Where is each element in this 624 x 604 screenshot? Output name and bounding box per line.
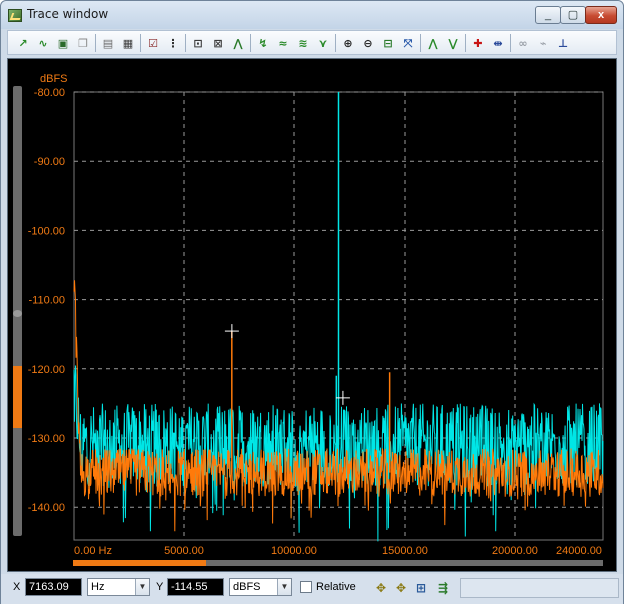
vertical-scrollbar[interactable] (13, 86, 22, 536)
y-tick-label: -110.00 (29, 295, 66, 307)
vertical-scroll-thumb[interactable] (13, 366, 22, 428)
x-tick-label: 5000.00 (164, 545, 204, 557)
x-tick-label: 20000.00 (492, 545, 538, 557)
x-tick-label: 0.00 Hz (74, 545, 112, 557)
y-tick-label: -130.00 (28, 433, 65, 445)
y-tick-label: -80.00 (34, 87, 65, 99)
x-label: X (13, 581, 21, 593)
relative-label: Relative (316, 581, 356, 593)
y-value-field[interactable]: -114.55 (167, 578, 224, 596)
x-unit-value: Hz (91, 581, 105, 593)
y-tick-label: -140.00 (28, 502, 65, 514)
x-unit-select[interactable]: Hz ▼ (87, 578, 150, 596)
y-unit-value: dBFS (233, 581, 261, 593)
cursor-add-icon[interactable]: ✥ (372, 579, 390, 597)
spectrum-chart[interactable]: -80.00 -90.00 -100.00 -110.00 -120.00 -130.00… (1, 1, 624, 573)
vertical-scroll-knob[interactable] (13, 310, 22, 317)
y-unit-select[interactable]: dBFS ▼ (229, 578, 292, 596)
cursor-delta-icon[interactable]: ⊞ (412, 579, 430, 597)
chevron-down-icon[interactable]: ▼ (277, 579, 291, 595)
cursor-move-icon[interactable]: ✥ (392, 579, 410, 597)
y-tick-label: -90.00 (34, 156, 65, 168)
horizontal-scroll-thumb[interactable] (73, 560, 206, 566)
y-tick-label: -100.00 (28, 225, 65, 237)
status-panel (460, 578, 619, 598)
trace-window: Trace window _ ▢ x ↗ ∿ ▣ ❐ ▤ ▦ ☑ ⋮ ⊡ ⊠ ⋀ ↯ ≈ ≋ ⋎ ⊕ ⊖ ⊟ ⤧ ⋀ ⋁… (0, 0, 624, 604)
cursor-settings-icon[interactable]: ⇶ (434, 579, 452, 597)
x-tick-label: 10000.00 (271, 545, 317, 557)
x-tick-label: 15000.00 (382, 545, 428, 557)
relative-checkbox[interactable] (300, 581, 312, 593)
status-bar: X 7163.09 Hz ▼ Y -114.55 dBFS ▼ Relative… (1, 574, 623, 604)
y-tick-label: -120.00 (28, 364, 65, 376)
y-axis-label: dBFS (40, 73, 68, 85)
x-value-field[interactable]: 7163.09 (25, 578, 82, 596)
x-tick-label: 24000.00 (556, 545, 602, 557)
horizontal-scrollbar[interactable] (73, 560, 603, 566)
chevron-down-icon[interactable]: ▼ (135, 579, 149, 595)
y-label: Y (156, 581, 164, 593)
